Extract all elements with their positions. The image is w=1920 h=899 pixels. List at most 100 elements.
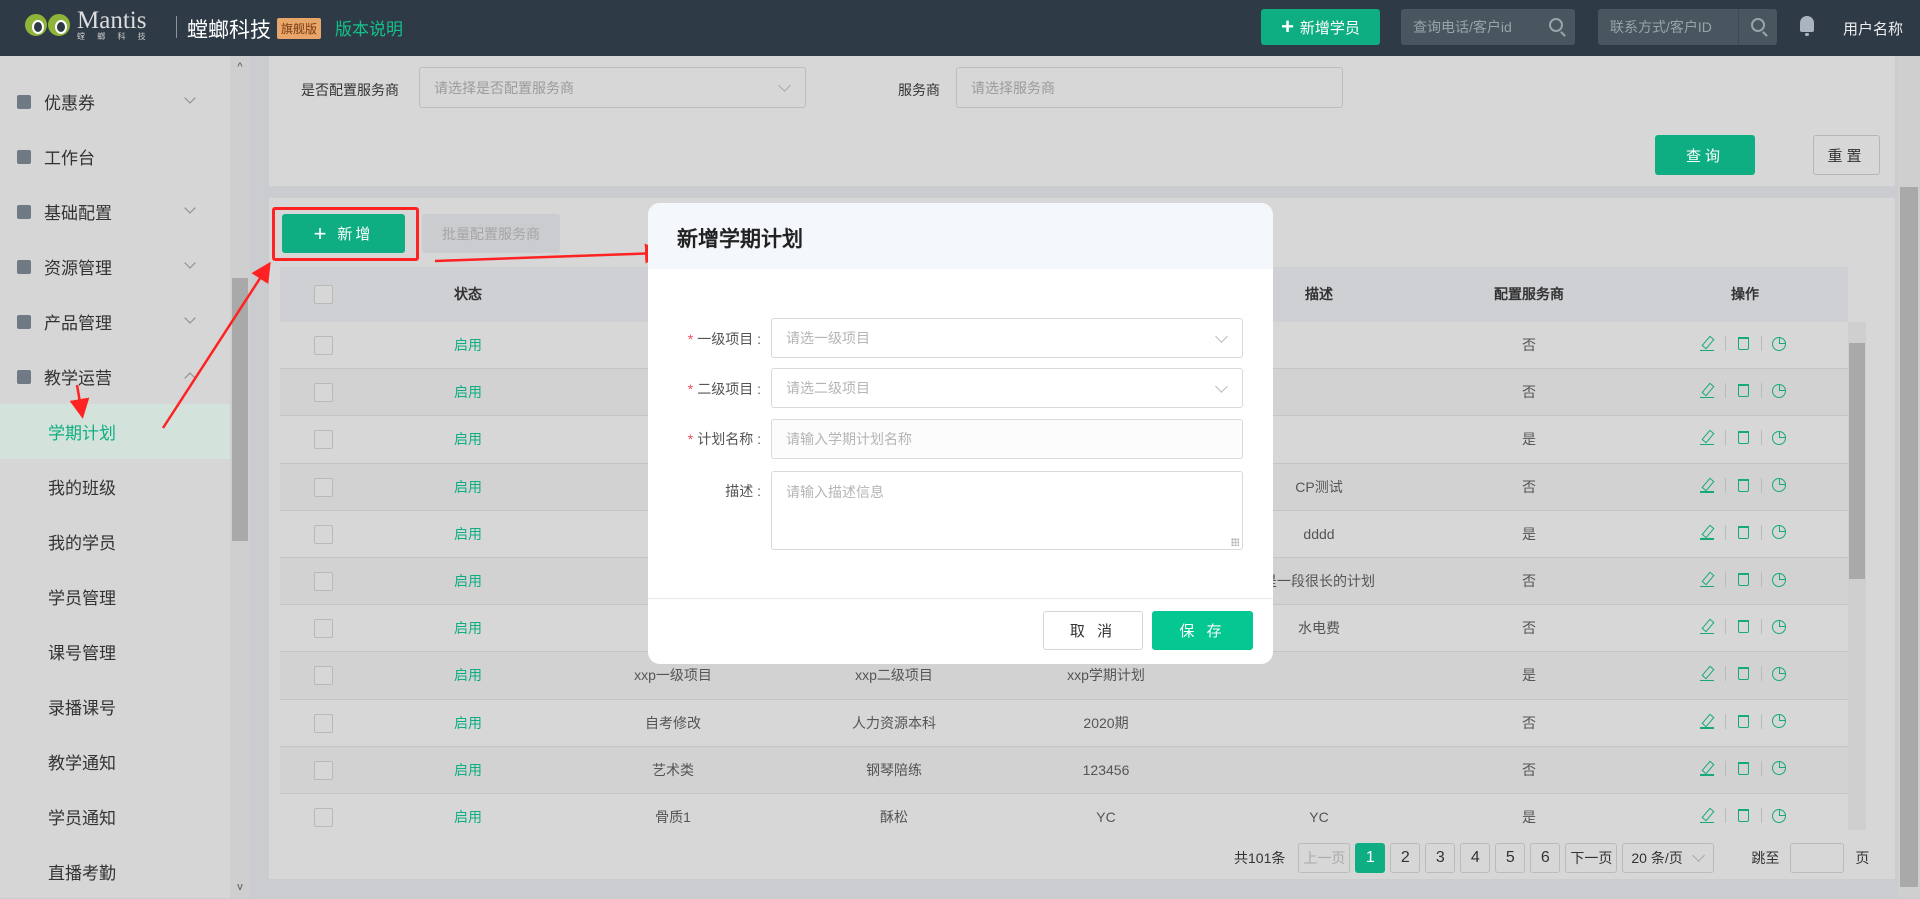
- sidebar-subitem[interactable]: 录播课号: [0, 679, 230, 734]
- stats-icon[interactable]: [1772, 430, 1786, 445]
- stats-icon[interactable]: [1772, 525, 1786, 540]
- level2-placeholder: 请选二级项目: [786, 380, 870, 396]
- version-notes-link[interactable]: 版本说明: [335, 15, 403, 40]
- edit-icon[interactable]: [1700, 808, 1715, 823]
- jump-page-input[interactable]: [1790, 843, 1845, 873]
- user-name[interactable]: 用户名称: [1843, 18, 1903, 39]
- page-2[interactable]: 2: [1390, 843, 1421, 873]
- sidebar-subitem[interactable]: 教学通知: [0, 734, 230, 789]
- page-6[interactable]: 6: [1530, 843, 1561, 873]
- select-all-checkbox[interactable]: [314, 285, 333, 304]
- delete-icon[interactable]: [1738, 573, 1749, 586]
- provider-input[interactable]: 请选择服务商: [956, 67, 1343, 108]
- edit-icon[interactable]: [1700, 430, 1715, 446]
- delete-icon[interactable]: [1738, 761, 1749, 775]
- sliders-icon: [17, 204, 31, 219]
- edit-icon[interactable]: [1700, 761, 1715, 776]
- row-checkbox[interactable]: [314, 572, 333, 591]
- batch-config-provider-button[interactable]: 批量配置服务商: [422, 214, 560, 253]
- row-checkbox[interactable]: [314, 760, 333, 780]
- search-phone-input[interactable]: 查询电话/客户id: [1401, 9, 1575, 45]
- edit-icon[interactable]: [1700, 383, 1715, 399]
- row-checkbox[interactable]: [314, 666, 333, 686]
- sidebar-subitem[interactable]: 学员通知: [0, 789, 230, 844]
- page-4[interactable]: 4: [1460, 843, 1491, 873]
- sidebar-subitem[interactable]: 课号管理: [0, 624, 230, 679]
- row-checkbox[interactable]: [314, 383, 333, 403]
- description-textarea[interactable]: 请输入描述信息: [771, 471, 1243, 550]
- stats-icon[interactable]: [1772, 761, 1786, 776]
- sidebar-item[interactable]: 工作台: [0, 129, 230, 184]
- stats-icon[interactable]: [1772, 619, 1786, 634]
- search-icon[interactable]: [1549, 18, 1563, 32]
- delete-icon[interactable]: [1738, 714, 1749, 728]
- level2-select[interactable]: 请选二级项目: [771, 368, 1243, 408]
- row-checkbox[interactable]: [314, 477, 333, 497]
- stats-icon[interactable]: [1772, 714, 1786, 729]
- mantis-logo[interactable]: Mantis 螳 螂 科 技: [25, 8, 151, 41]
- scroll-up-icon[interactable]: ^: [235, 62, 245, 73]
- plan-name-input[interactable]: 请输入学期计划名称: [771, 419, 1243, 459]
- page-5[interactable]: 5: [1495, 843, 1526, 873]
- sidebar-subitem[interactable]: 学员管理: [0, 569, 230, 624]
- scroll-down-icon[interactable]: v: [235, 882, 245, 893]
- sidebar-item[interactable]: 优惠券: [0, 74, 230, 129]
- search-icon[interactable]: [1751, 18, 1765, 32]
- stats-icon[interactable]: [1772, 478, 1786, 493]
- sidebar-item[interactable]: 教学运营: [0, 349, 230, 404]
- stats-icon[interactable]: [1772, 808, 1786, 823]
- reset-button[interactable]: 重置: [1813, 135, 1880, 175]
- row-checkbox[interactable]: [314, 713, 333, 733]
- edit-icon[interactable]: [1700, 336, 1715, 351]
- row-checkbox[interactable]: [314, 808, 333, 827]
- edit-icon[interactable]: [1700, 478, 1715, 493]
- delete-icon[interactable]: [1738, 667, 1749, 681]
- service-config-select[interactable]: 请选择是否配置服务商: [419, 67, 806, 108]
- edit-icon[interactable]: [1700, 572, 1715, 587]
- stats-icon[interactable]: [1772, 572, 1786, 587]
- save-button[interactable]: 保 存: [1152, 611, 1253, 650]
- stats-icon[interactable]: [1772, 383, 1786, 398]
- sidebar-item[interactable]: 产品管理: [0, 294, 230, 349]
- cancel-button[interactable]: 取 消: [1043, 611, 1143, 650]
- table-scroll-thumb[interactable]: [1849, 343, 1865, 579]
- sidebar-item[interactable]: 资源管理: [0, 239, 230, 294]
- sidebar-subitem-label: 直播考勤: [48, 864, 116, 883]
- sidebar-subitem[interactable]: 我的学员: [0, 514, 230, 569]
- sidebar-scroll-thumb[interactable]: [232, 278, 248, 541]
- sidebar-item[interactable]: 基础配置: [0, 184, 230, 239]
- delete-icon[interactable]: [1738, 337, 1749, 350]
- page-size-select[interactable]: 20 条/页: [1622, 843, 1715, 873]
- sidebar-subitem[interactable]: 我的班级: [0, 459, 230, 514]
- page-3[interactable]: 3: [1425, 843, 1456, 873]
- edit-icon[interactable]: [1700, 619, 1715, 635]
- search-contact-input[interactable]: 联系方式/客户ID: [1598, 9, 1777, 45]
- delete-icon[interactable]: [1738, 809, 1749, 822]
- prev-page-button[interactable]: 上一页: [1298, 843, 1351, 873]
- row-checkbox[interactable]: [314, 336, 333, 355]
- cell-desc: YC: [1309, 809, 1329, 825]
- edit-icon[interactable]: [1700, 666, 1715, 682]
- delete-icon[interactable]: [1738, 384, 1749, 398]
- delete-icon[interactable]: [1738, 525, 1749, 539]
- page-scroll-thumb[interactable]: [1900, 187, 1918, 887]
- edit-icon[interactable]: [1700, 525, 1715, 540]
- edit-icon[interactable]: [1700, 714, 1715, 729]
- page-1[interactable]: 1: [1355, 843, 1386, 873]
- add-student-button[interactable]: + 新增学员: [1261, 9, 1380, 45]
- sidebar-subitem[interactable]: 直播考勤: [0, 844, 230, 899]
- resize-handle-icon[interactable]: [1231, 538, 1239, 546]
- bell-icon[interactable]: [1800, 16, 1814, 36]
- query-button[interactable]: 查询: [1655, 135, 1755, 175]
- level1-select[interactable]: 请选一级项目: [771, 318, 1243, 358]
- stats-icon[interactable]: [1772, 666, 1786, 681]
- delete-icon[interactable]: [1738, 478, 1749, 492]
- sidebar-subitem[interactable]: 学期计划: [0, 404, 230, 459]
- next-page-button[interactable]: 下一页: [1565, 843, 1618, 873]
- row-checkbox[interactable]: [314, 430, 333, 450]
- row-checkbox[interactable]: [314, 619, 333, 639]
- row-checkbox[interactable]: [314, 524, 333, 544]
- delete-icon[interactable]: [1738, 620, 1749, 634]
- stats-icon[interactable]: [1772, 336, 1786, 351]
- delete-icon[interactable]: [1738, 431, 1749, 445]
